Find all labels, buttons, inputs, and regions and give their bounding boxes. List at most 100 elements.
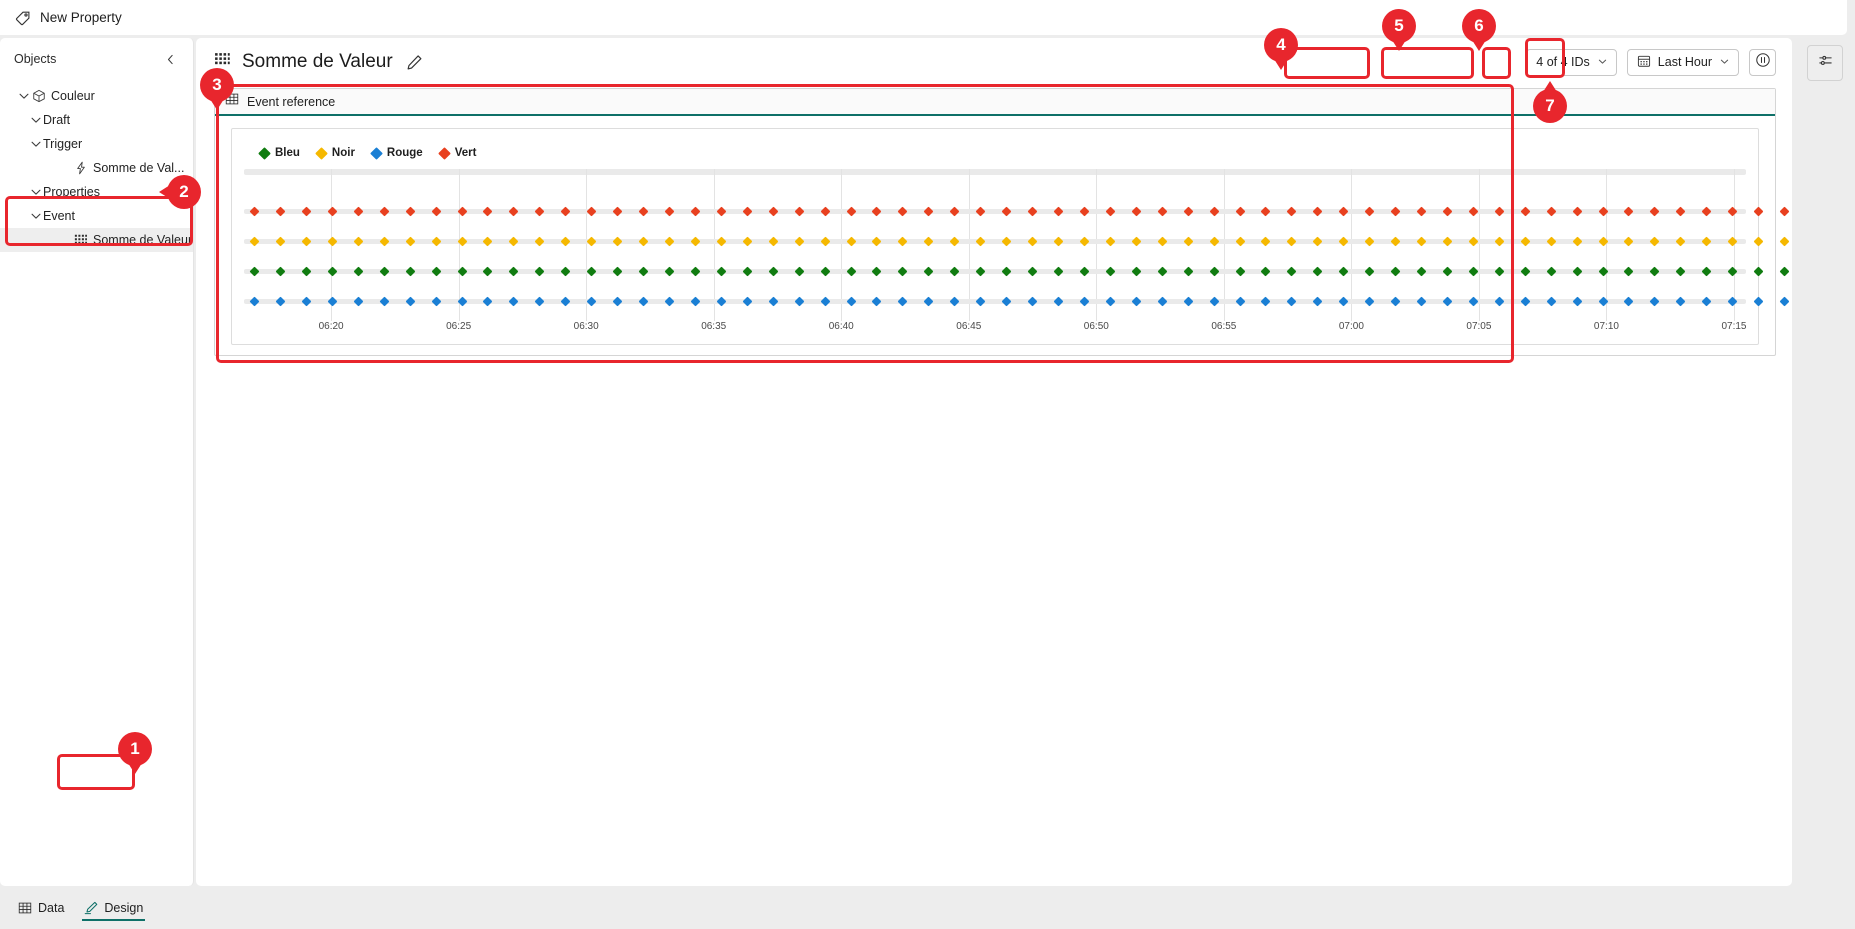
chart-point[interactable] [768,266,778,276]
chart-point[interactable] [898,206,908,216]
chart-point[interactable] [1624,206,1634,216]
chart-point[interactable] [405,266,415,276]
chart-point[interactable] [1365,236,1375,246]
chart-point[interactable] [1391,206,1401,216]
chart-point[interactable] [742,266,752,276]
tree-item-somme-de-val[interactable]: Somme de Val... [0,156,193,180]
chart-point[interactable] [1339,296,1349,306]
pencil-icon[interactable] [406,54,423,71]
chart-point[interactable] [1494,266,1504,276]
chart-point[interactable] [1235,206,1245,216]
chevron-down-icon[interactable] [16,89,31,104]
chart-point[interactable] [561,236,571,246]
chart-point[interactable] [613,206,623,216]
chart-point[interactable] [302,266,312,276]
chart-point[interactable] [587,266,597,276]
chart-point[interactable] [405,206,415,216]
chart-point[interactable] [1650,296,1660,306]
chart-point[interactable] [353,296,363,306]
chart-point[interactable] [1157,296,1167,306]
chart-point[interactable] [1494,296,1504,306]
chart-point[interactable] [379,206,389,216]
chart-point[interactable] [1261,236,1271,246]
chart-point[interactable] [587,296,597,306]
chart-point[interactable] [1650,266,1660,276]
chart-point[interactable] [379,296,389,306]
chart-point[interactable] [768,236,778,246]
chart-point[interactable] [1287,236,1297,246]
chart-point[interactable] [561,296,571,306]
chart-point[interactable] [898,236,908,246]
chart-point[interactable] [1702,296,1712,306]
chart-point[interactable] [1780,236,1790,246]
chart-point[interactable] [483,266,493,276]
chart-point[interactable] [1028,206,1038,216]
chart-point[interactable] [1365,296,1375,306]
chart-point[interactable] [1287,296,1297,306]
chart-point[interactable] [639,236,649,246]
chart-point[interactable] [1391,266,1401,276]
chart-point[interactable] [1079,266,1089,276]
chart-point[interactable] [898,266,908,276]
pause-button[interactable] [1749,49,1776,76]
chart-point[interactable] [509,296,519,306]
tree-item-properties[interactable]: Properties [0,180,193,204]
chart-point[interactable] [535,266,545,276]
chart-point[interactable] [742,206,752,216]
legend-item-bleu[interactable]: Bleu [260,147,300,159]
chart-point[interactable] [1702,266,1712,276]
chart-point[interactable] [276,206,286,216]
chart-point[interactable] [1105,266,1115,276]
chart-point[interactable] [950,236,960,246]
chart-point[interactable] [613,236,623,246]
chart-point[interactable] [1339,266,1349,276]
chart-point[interactable] [1546,296,1556,306]
chart-point[interactable] [405,236,415,246]
chart-point[interactable] [1131,236,1141,246]
chevron-down-icon[interactable] [28,113,43,128]
chart-point[interactable] [1054,296,1064,306]
chart-point[interactable] [613,296,623,306]
chart-point[interactable] [690,236,700,246]
chart-point[interactable] [379,236,389,246]
chart-point[interactable] [665,296,675,306]
chart-point[interactable] [742,236,752,246]
chart-point[interactable] [1209,236,1219,246]
chart-point[interactable] [1520,236,1530,246]
chart-point[interactable] [1183,296,1193,306]
chart-point[interactable] [1443,236,1453,246]
chart-point[interactable] [1002,296,1012,306]
chart-point[interactable] [535,206,545,216]
chart-point[interactable] [794,236,804,246]
chart-point[interactable] [1650,236,1660,246]
chart-point[interactable] [1028,236,1038,246]
chart-point[interactable] [1754,236,1764,246]
chart-point[interactable] [665,206,675,216]
chart-point[interactable] [561,206,571,216]
chart-point[interactable] [1313,266,1323,276]
chart-point[interactable] [431,266,441,276]
chart-point[interactable] [872,266,882,276]
chart-point[interactable] [1105,236,1115,246]
chart-point[interactable] [1261,206,1271,216]
chart-point[interactable] [924,206,934,216]
chart-point[interactable] [820,266,830,276]
chart-point[interactable] [483,206,493,216]
chart-point[interactable] [327,206,337,216]
chart-point[interactable] [1572,266,1582,276]
chart-point[interactable] [1676,296,1686,306]
chart-point[interactable] [846,296,856,306]
chart-point[interactable] [898,296,908,306]
chart-point[interactable] [1054,236,1064,246]
chart-point[interactable] [1624,266,1634,276]
chart-point[interactable] [976,296,986,306]
chart-point[interactable] [950,296,960,306]
chart-point[interactable] [431,296,441,306]
chart-point[interactable] [1780,206,1790,216]
chart-point[interactable] [1520,206,1530,216]
chart-point[interactable] [1157,236,1167,246]
chart-point[interactable] [1183,266,1193,276]
chart-point[interactable] [1676,266,1686,276]
chart-point[interactable] [794,266,804,276]
chart-point[interactable] [872,206,882,216]
